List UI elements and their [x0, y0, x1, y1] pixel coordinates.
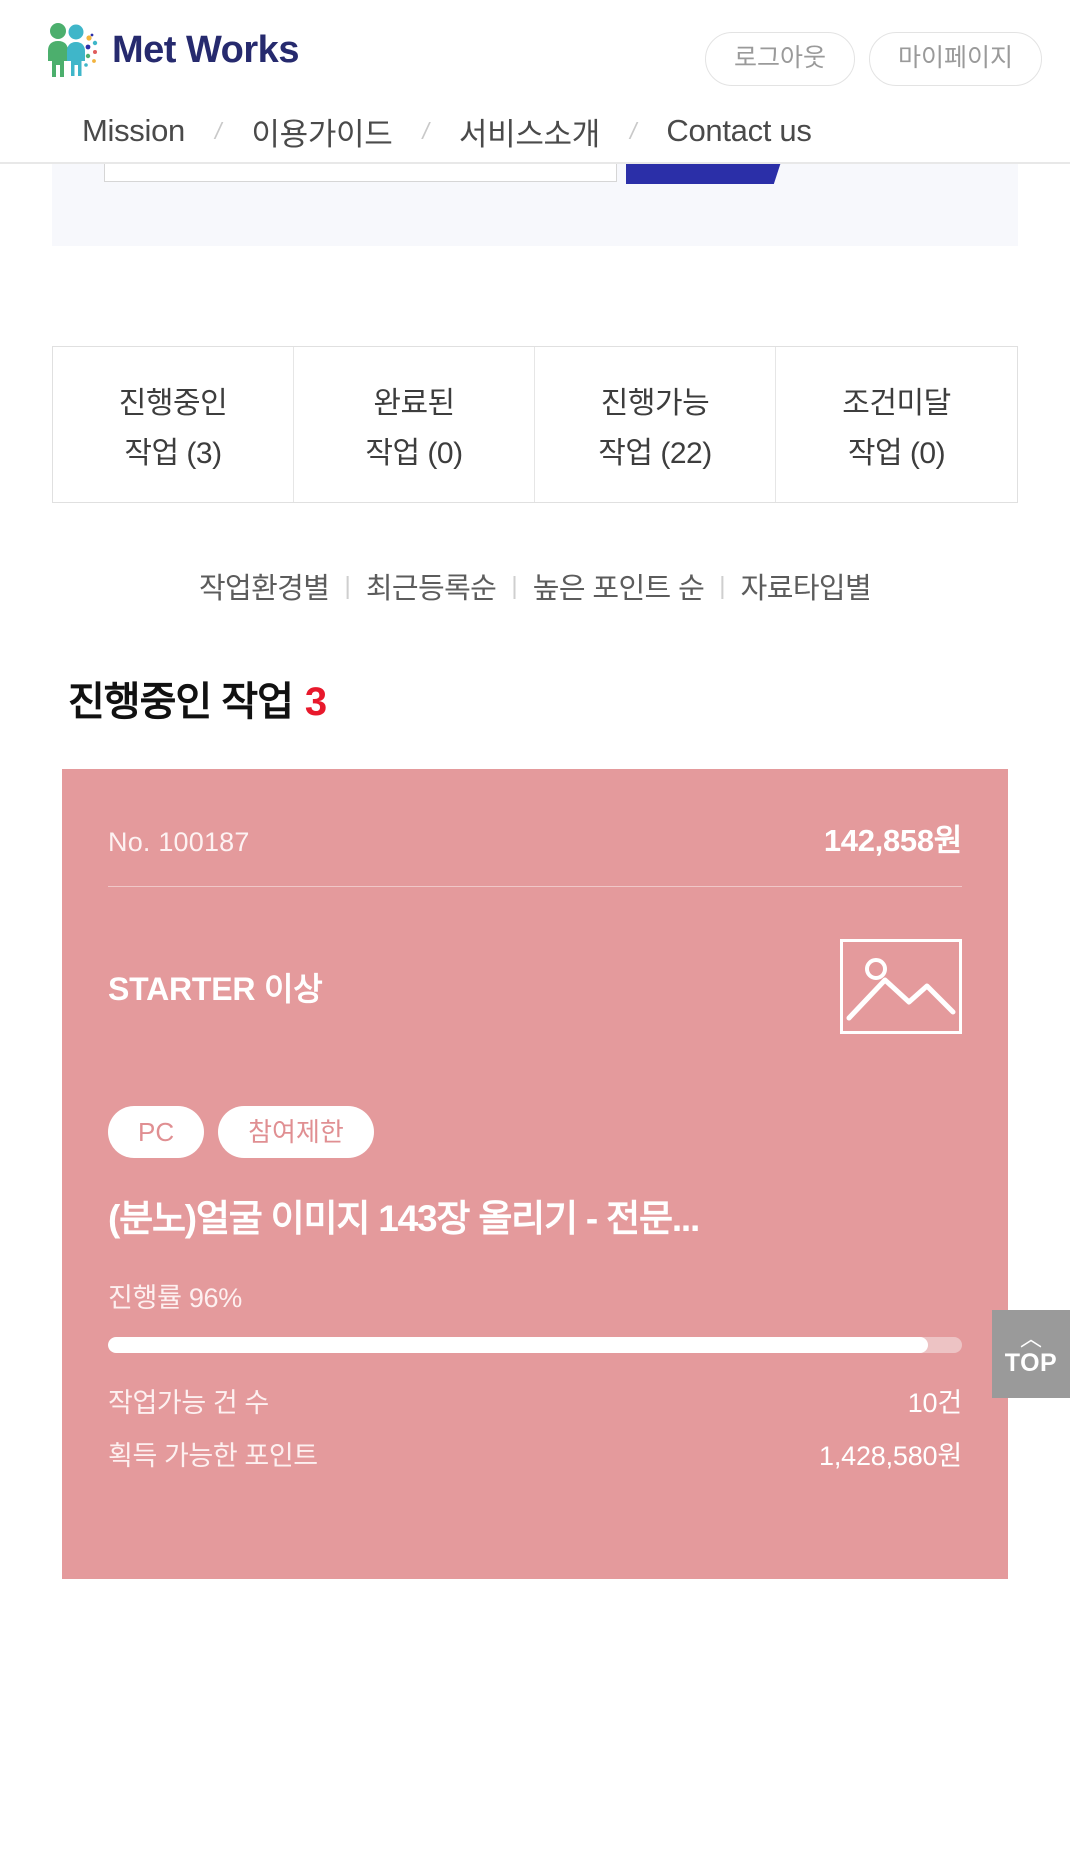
stat-label-available-count: 작업가능 건 수: [108, 1388, 269, 1418]
card-progress-fill: [108, 1337, 928, 1353]
nav-separator: /: [422, 117, 429, 144]
tab-label-line2: 작업 (22): [598, 436, 712, 470]
nav-item-service-intro[interactable]: 서비스소개: [459, 109, 600, 154]
tab-label-line2: 작업 (3): [124, 436, 222, 470]
card-job-number: No. 100187: [108, 827, 250, 857]
tab-label-line1: 완료된: [373, 386, 455, 420]
card-stat-row: 작업가능 건 수 10건: [108, 1381, 962, 1420]
nav-item-guide[interactable]: 이용가이드: [251, 109, 392, 154]
scroll-to-top-button[interactable]: ︿ TOP: [992, 1310, 1070, 1398]
search-submit-button[interactable]: [626, 164, 794, 184]
section-heading-count: 3: [304, 680, 327, 724]
sort-divider: |: [511, 571, 518, 600]
brand-logo[interactable]: Met Works: [42, 21, 299, 79]
header-actions: 로그아웃 마이페이지: [704, 32, 1042, 86]
tab-label-line2: 작업 (0): [365, 436, 463, 470]
nav-item-contact-us[interactable]: Contact us: [666, 113, 812, 149]
sort-by-data-type[interactable]: 자료타입별: [741, 565, 872, 607]
tab-label-line1: 진행가능: [600, 386, 710, 420]
stat-value-available-count: 10건: [907, 1388, 962, 1418]
sort-divider: |: [344, 571, 351, 600]
tab-label-line2: 작업 (0): [847, 436, 946, 470]
tab-label-line1: 진행중인: [118, 386, 228, 420]
badge-pc[interactable]: PC: [108, 1106, 205, 1158]
section-heading: 진행중인 작업 3: [68, 669, 1070, 727]
sort-by-high-points[interactable]: 높은 포인트 순: [533, 565, 705, 607]
job-card[interactable]: No. 100187 142,858원 STARTER 이상 PC 참여제한 (…: [62, 769, 1008, 1579]
card-title: (분노)얼굴 이미지 143장 올리기 - 전문...: [108, 1198, 700, 1239]
chevron-up-icon: ︿: [1019, 1325, 1042, 1351]
stat-value-obtainable-points: 1,428,580원: [819, 1441, 962, 1471]
tab-completed[interactable]: 완료된 작업 (0): [294, 347, 535, 502]
tab-in-progress[interactable]: 진행중인 작업 (3): [53, 347, 294, 502]
sort-divider: |: [719, 571, 726, 600]
logout-button[interactable]: 로그아웃: [704, 32, 855, 86]
card-stat-row: 획득 가능한 포인트 1,428,580원: [108, 1434, 962, 1473]
stat-label-obtainable-points: 획득 가능한 포인트: [108, 1441, 318, 1471]
nav-separator: /: [214, 117, 222, 144]
site-header: Met Works 로그아웃 마이페이지 Mission / 이용가이드 / 서…: [0, 0, 1070, 164]
scroll-to-top-label: TOP: [1004, 1349, 1058, 1378]
tab-available[interactable]: 진행가능 작업 (22): [535, 347, 776, 502]
section-heading-text: 진행중인 작업: [68, 680, 294, 724]
tab-not-qualified[interactable]: 조건미달 작업 (0): [776, 347, 1017, 502]
status-tab-grid: 진행중인 작업 (3) 완료된 작업 (0) 진행가능 작업 (22) 조건미달…: [52, 346, 1018, 503]
two-people-logo-icon: [42, 21, 104, 79]
sort-bar: 작업환경별 | 최근등록순 | 높은 포인트 순 | 자료타입별: [0, 565, 1070, 607]
card-badge-row: PC 참여제한: [108, 1106, 962, 1158]
card-price: 142,858원: [823, 823, 962, 858]
sort-by-work-environment[interactable]: 작업환경별: [199, 565, 330, 607]
badge-participation-limited[interactable]: 참여제한: [218, 1106, 374, 1158]
nav-item-mission[interactable]: Mission: [82, 113, 185, 149]
card-grade-row: STARTER 이상: [108, 939, 962, 1034]
sort-by-recent[interactable]: 최근등록순: [366, 565, 497, 607]
page-root: Met Works 로그아웃 마이페이지 Mission / 이용가이드 / 서…: [0, 0, 1070, 1865]
brand-name: Met Works: [112, 29, 299, 71]
card-progress-bar: [108, 1337, 962, 1353]
mypage-button[interactable]: 마이페이지: [868, 32, 1042, 86]
card-grade-label: STARTER 이상: [108, 970, 323, 1007]
search-input[interactable]: [104, 164, 617, 182]
main-navigation: Mission / 이용가이드 / 서비스소개 / Contact us: [0, 100, 1070, 162]
search-strip: [52, 164, 1018, 246]
tab-label-line1: 조건미달: [842, 386, 951, 420]
card-header-row: No. 100187 142,858원: [108, 815, 962, 860]
nav-separator: /: [629, 117, 637, 144]
card-progress-label: 진행률 96%: [108, 1283, 242, 1313]
card-divider: [108, 886, 962, 887]
header-top-bar: Met Works 로그아웃 마이페이지: [0, 0, 1070, 100]
image-placeholder-icon: [840, 939, 962, 1034]
